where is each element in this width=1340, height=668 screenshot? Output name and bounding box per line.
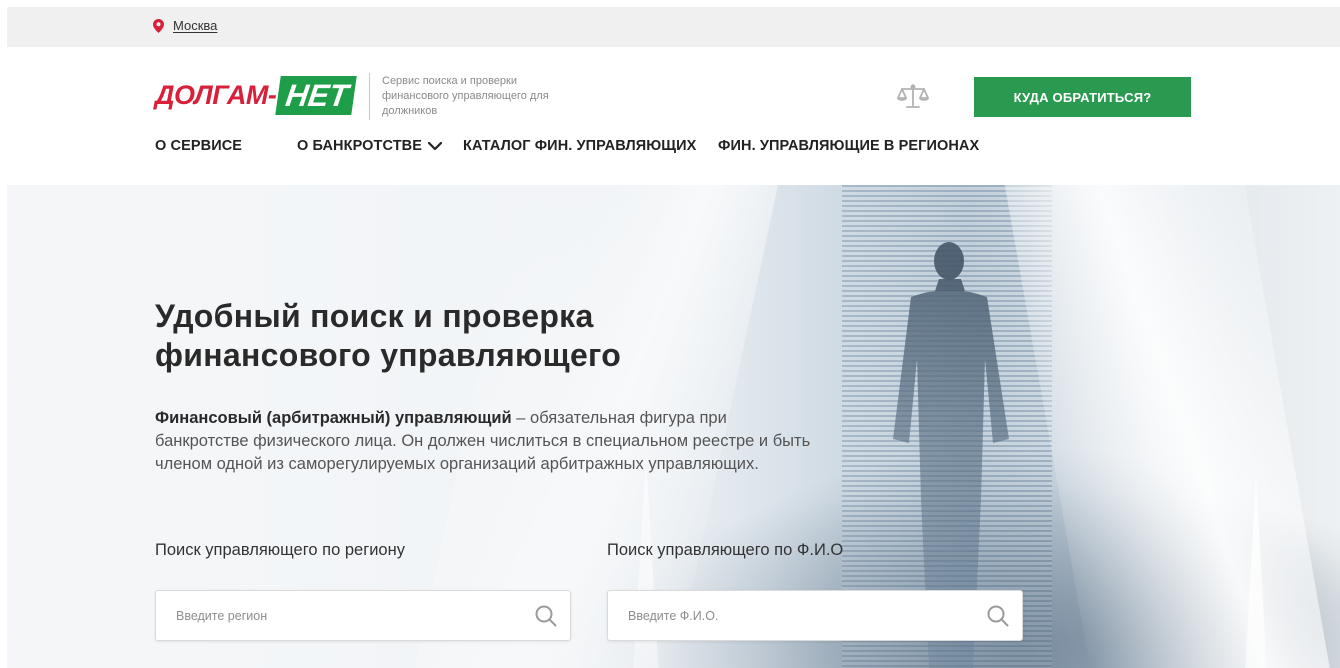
chevron-down-icon — [428, 141, 442, 150]
logo-text-part2: НЕТ — [275, 76, 358, 115]
logo-text-part1: ДОЛГАМ- — [155, 80, 277, 110]
site-tagline: Сервис поиска и проверки финансового упр… — [382, 75, 549, 117]
page: Москва ДОЛГАМ- НЕТ Сервис поиска и прове… — [7, 7, 1340, 668]
nav-item-regions[interactable]: ФИН. УПРАВЛЯЮЩИЕ В РЕГИОНАХ — [718, 138, 979, 154]
nav-item-about-bankruptcy[interactable]: О БАНКРОТСТВЕ — [297, 138, 442, 154]
hero-lead-bold: Финансовый (арбитражный) управляющий — [155, 409, 512, 427]
location-pin-icon — [153, 18, 164, 33]
where-to-apply-button[interactable]: КУДА ОБРАТИТЬСЯ? — [974, 77, 1191, 117]
nav-item-label: КАТАЛОГ ФИН. УПРАВЛЯЮЩИХ — [463, 138, 697, 154]
hero-banner: Удобный поиск и проверка финансового упр… — [7, 185, 1340, 668]
name-search-box — [607, 590, 1023, 641]
nav-item-about-service[interactable]: О СЕРВИСЕ — [155, 138, 242, 154]
city-link[interactable]: Москва — [173, 18, 217, 33]
search-icon[interactable] — [522, 591, 570, 640]
nav-item-catalog[interactable]: КАТАЛОГ ФИН. УПРАВЛЯЮЩИХ — [463, 138, 696, 154]
scales-icon[interactable] — [897, 83, 929, 114]
city-selector[interactable]: Москва — [153, 18, 217, 33]
name-search-label: Поиск управляющего по Ф.И.О — [607, 541, 844, 559]
nav-item-label: ФИН. УПРАВЛЯЮЩИЕ В РЕГИОНАХ — [718, 138, 980, 154]
nav-item-label: О СЕРВИСЕ — [155, 138, 243, 154]
search-icon[interactable] — [974, 591, 1022, 640]
name-search-input[interactable] — [608, 591, 974, 640]
tagline-divider — [369, 73, 370, 120]
region-search-label: Поиск управляющего по региону — [155, 541, 405, 559]
hero-lead: Финансовый (арбитражный) управляющий – о… — [155, 407, 815, 476]
city-bar: Москва — [7, 7, 1340, 47]
hero-title: Удобный поиск и проверка финансового упр… — [155, 298, 622, 373]
region-search-box — [155, 590, 571, 641]
nav-item-label: О БАНКРОТСТВЕ — [297, 138, 422, 154]
region-search-input[interactable] — [156, 591, 522, 640]
site-logo[interactable]: ДОЛГАМ- НЕТ — [155, 76, 358, 115]
